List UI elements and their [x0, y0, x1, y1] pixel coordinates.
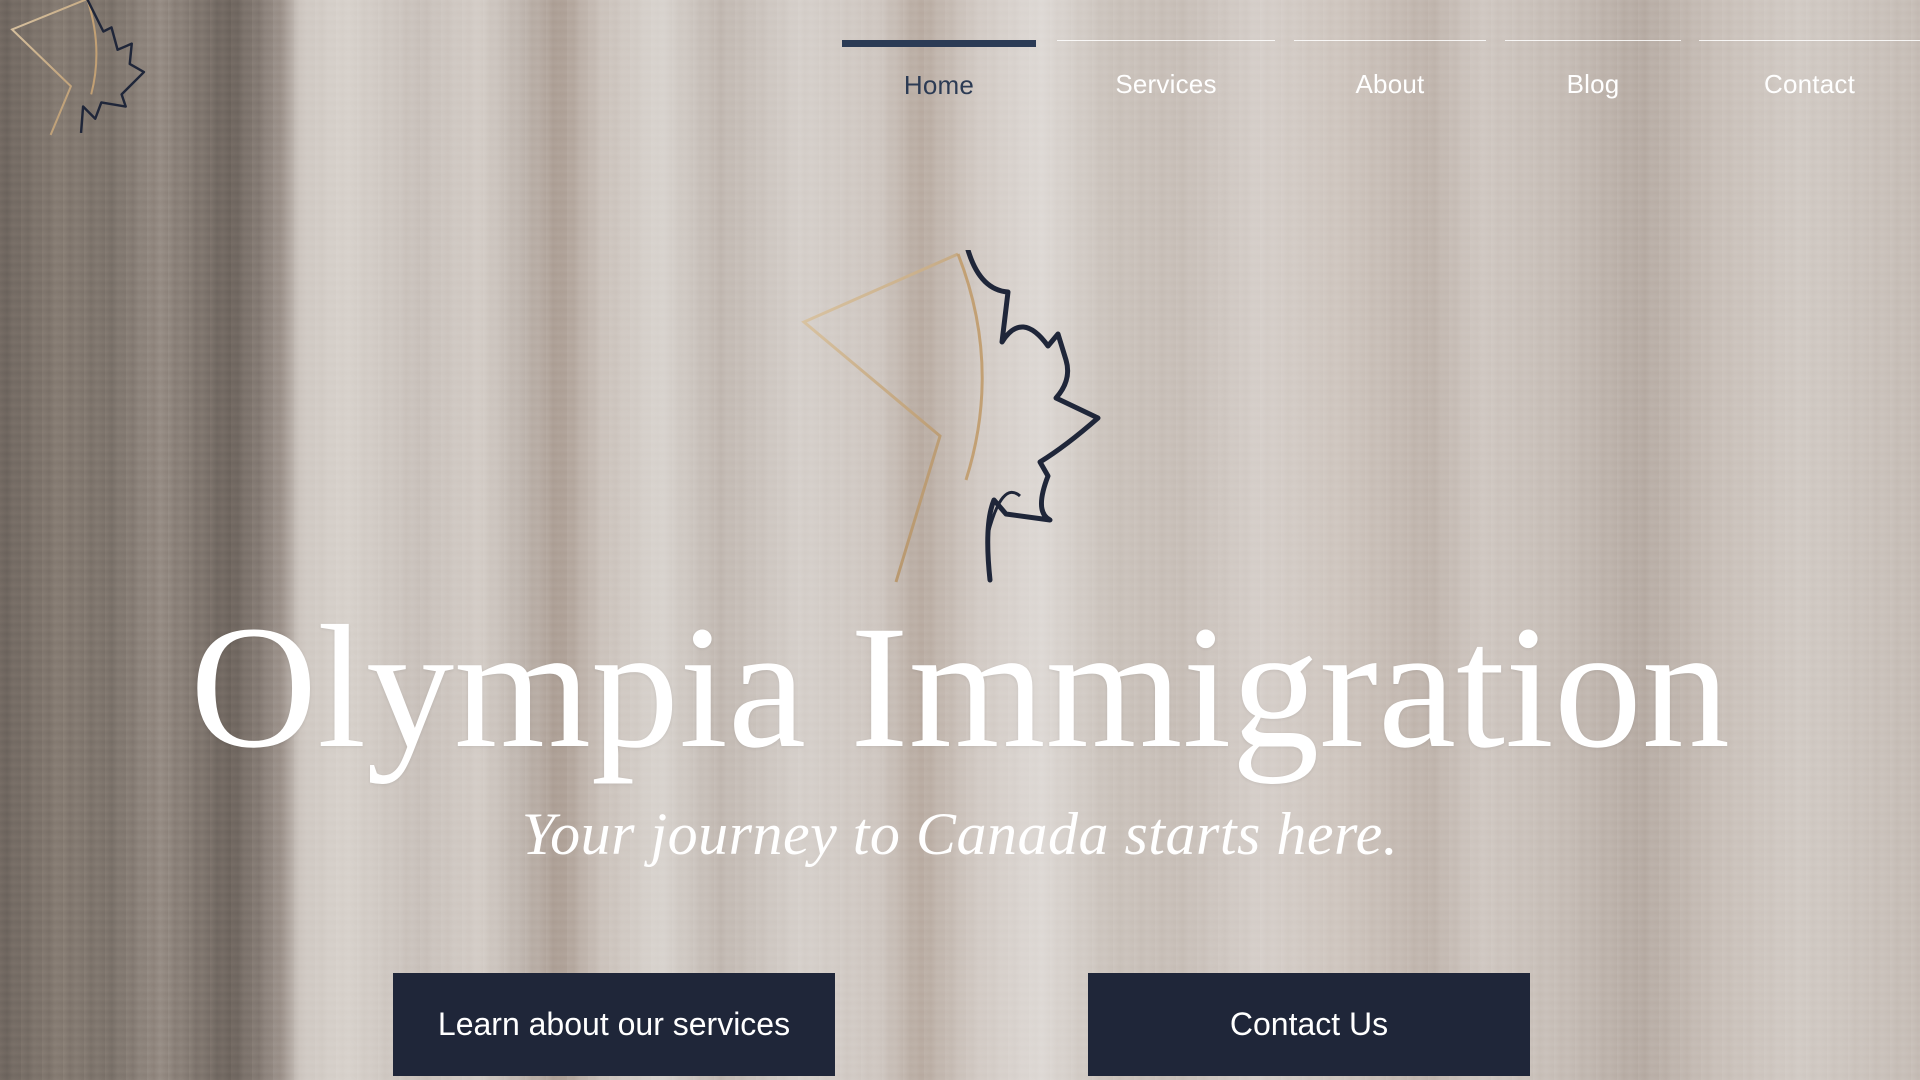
main-nav: Home Services About Blog Contact [842, 40, 1920, 120]
nav-about-label: About [1355, 69, 1425, 99]
nav-contact[interactable]: Contact [1699, 40, 1920, 110]
nav-contact-label: Contact [1763, 69, 1855, 99]
nav-services-label: Services [1115, 69, 1217, 99]
maple-leaf-logo-icon [801, 250, 1101, 583]
hero-title: Olympia Immigration [190, 590, 1730, 785]
nav-home-label: Home [903, 70, 975, 100]
contact-us-button[interactable]: Contact Us [1088, 973, 1530, 1076]
hero-tagline: Your journey to Canada starts here. [521, 801, 1399, 867]
nav-blog[interactable]: Blog [1505, 40, 1681, 110]
nav-about[interactable]: About [1294, 40, 1486, 110]
maple-leaf-logo-icon[interactable] [6, 0, 148, 140]
nav-home[interactable]: Home [842, 40, 1036, 110]
nav-blog-label: Blog [1566, 69, 1620, 99]
nav-services[interactable]: Services [1057, 40, 1275, 110]
learn-services-button[interactable]: Learn about our services [393, 973, 835, 1076]
